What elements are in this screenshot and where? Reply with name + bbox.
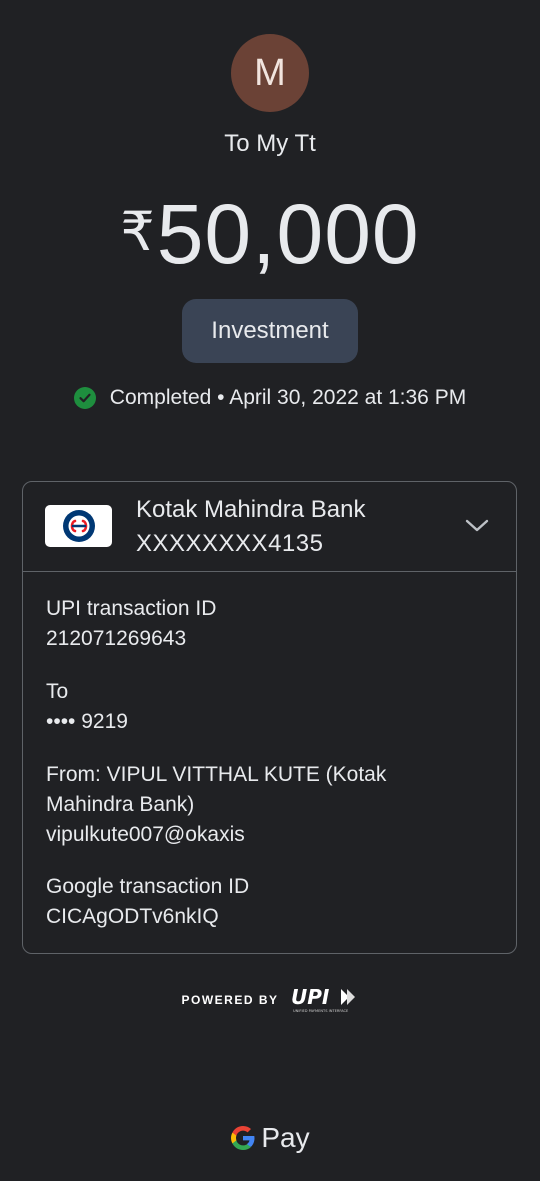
currency-symbol: ₹ [120,202,155,262]
payee-name: To My Tt [224,130,316,157]
powered-by-text: POWERED BY [181,993,279,1007]
google-transaction-id-label: Google transaction ID [46,875,250,898]
avatar-initial: M [254,51,286,94]
gpay-text: Pay [261,1122,310,1153]
to-label: To [46,680,69,703]
payee-avatar: M [231,34,309,112]
powered-by-upi: POWERED BY UPI UNIFIED PAYMENTS INTERFAC… [0,986,540,1014]
check-circle-icon [73,387,96,409]
to-value: •••• 9219 [46,710,128,733]
upi-logo-text: UPI [291,986,330,1009]
kotak-logo-icon [45,505,112,547]
to-account: To •••• 9219 [46,677,128,737]
upi-logo-icon: UPI UNIFIED PAYMENTS INTERFACE [291,986,355,1013]
upi-transaction-id: UPI transaction ID 212071269643 [46,594,216,654]
google-transaction-id-value: CICAgODTv6nkIQ [46,905,219,928]
bank-account-row[interactable]: Kotak Mahindra Bank XXXXXXXX4135 [23,482,516,572]
from-account: From: VIPUL VITTHAL KUTE (Kotak Mahindra… [46,760,466,850]
upi-transaction-id-value: 212071269643 [46,627,187,650]
payment-note-chip: Investment [182,299,358,363]
from-value: vipulkute007@okaxis [46,823,245,846]
bank-name: Kotak Mahindra Bank [136,496,366,523]
upi-transaction-id-label: UPI transaction ID [46,597,217,620]
google-transaction-id: Google transaction ID CICAgODTv6nkIQ [46,872,249,932]
google-g-icon [231,1126,255,1150]
status-text: Completed • April 30, 2022 at 1:36 PM [109,386,467,409]
payment-amount: ₹ 50,000 [0,186,540,282]
from-label: From: VIPUL VITTHAL KUTE (Kotak Mahindra… [46,763,387,816]
google-pay-logo: Pay [0,1122,540,1154]
payment-receipt: M To My Tt ₹ 50,000 Investment Completed… [0,0,540,1181]
transaction-details-card: Kotak Mahindra Bank XXXXXXXX4135 UPI tra… [22,481,517,954]
upi-tagline: UNIFIED PAYMENTS INTERFACE [293,1009,349,1013]
payment-status: Completed • April 30, 2022 at 1:36 PM [0,386,540,410]
bank-account-number: XXXXXXXX4135 [136,530,324,557]
amount-value: 50,000 [156,187,420,281]
payment-note: Investment [211,317,329,344]
chevron-down-icon[interactable] [464,515,490,535]
